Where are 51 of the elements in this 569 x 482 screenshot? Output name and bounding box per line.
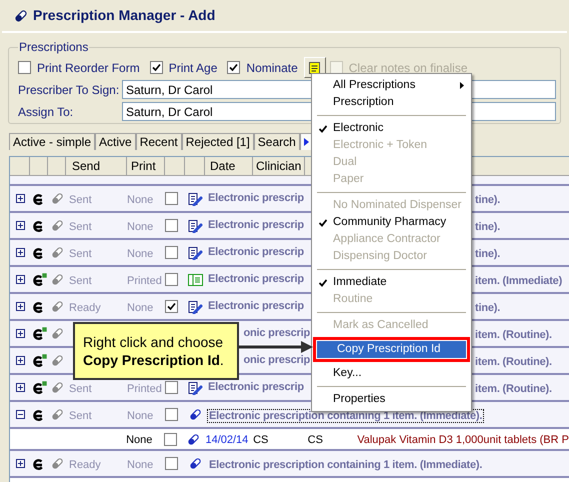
send-status: Sent (69, 220, 92, 232)
prescription-description: Electronic prescrip (207, 191, 305, 206)
field-label: Assign To: (18, 104, 74, 120)
column-header: Send (72, 158, 100, 175)
prescription-description: Electronic prescrip (207, 272, 305, 288)
date-cell: 14/02/14 (205, 434, 248, 446)
print-status: None (127, 194, 154, 206)
send-status: Sent (69, 382, 92, 394)
column-header: Print (131, 158, 156, 175)
prescription-description: Electronic prescrip (207, 245, 305, 260)
checkbox-label: Clear notes on finalise (348, 60, 468, 76)
print-status: None (127, 248, 154, 260)
field-label: Prescriber To Sign: (18, 82, 120, 98)
checkbox-label: Print Age (168, 60, 218, 76)
prescription-description: Electronic prescrip (207, 218, 305, 234)
prescription-description: tine). (474, 220, 502, 234)
prescription-description: tine). (474, 246, 502, 260)
send-status: Sent (69, 194, 92, 206)
print-status: None (126, 434, 152, 446)
prescription-description: item. (Routine). (474, 382, 553, 396)
prescription-description: item. (Routine). (474, 328, 553, 342)
prescription-description: item. (Routine). (474, 354, 553, 368)
send-status: Ready (69, 458, 101, 470)
column-header: Date (210, 158, 236, 175)
prescription-description: onic prescrip (242, 326, 311, 342)
prescription-description: Electronic prescription containing 1 item. (Immediate). (208, 458, 484, 472)
checkbox-label: Print Reorder Form (37, 60, 140, 76)
column-header: Clinician (256, 158, 302, 175)
print-status: None (127, 302, 154, 314)
send-status: Sent (69, 274, 92, 286)
table-cell: CS (308, 434, 323, 446)
send-status: Sent (69, 248, 92, 260)
print-status: None (127, 458, 154, 470)
print-status: Printed (127, 382, 162, 394)
medication-item: Valupak Vitamin D3 1,000unit tablets (BR P (357, 434, 569, 446)
prescription-description: item. (Immediate) (474, 274, 564, 288)
callout-text: Right click and choose Copy Prescription Id. (83, 333, 225, 369)
send-status: Ready (69, 302, 101, 314)
print-status: Printed (127, 274, 162, 286)
window-title: Prescription Manager - Add (33, 6, 216, 25)
send-status: Sent (69, 410, 92, 422)
prescription-description: tine). (474, 192, 502, 206)
prescription-description: Electronic prescrip (207, 380, 305, 396)
prescription-description: onic prescrip (242, 353, 311, 368)
print-status: None (127, 410, 154, 422)
prescription-description: Electronic prescrip (207, 299, 305, 314)
prescription-description: tine). (474, 300, 502, 314)
clinician-cell: CS (253, 434, 268, 446)
group-label: Prescriptions (18, 39, 90, 56)
checkbox-label: Nominate (246, 60, 298, 76)
print-status: None (127, 220, 154, 232)
